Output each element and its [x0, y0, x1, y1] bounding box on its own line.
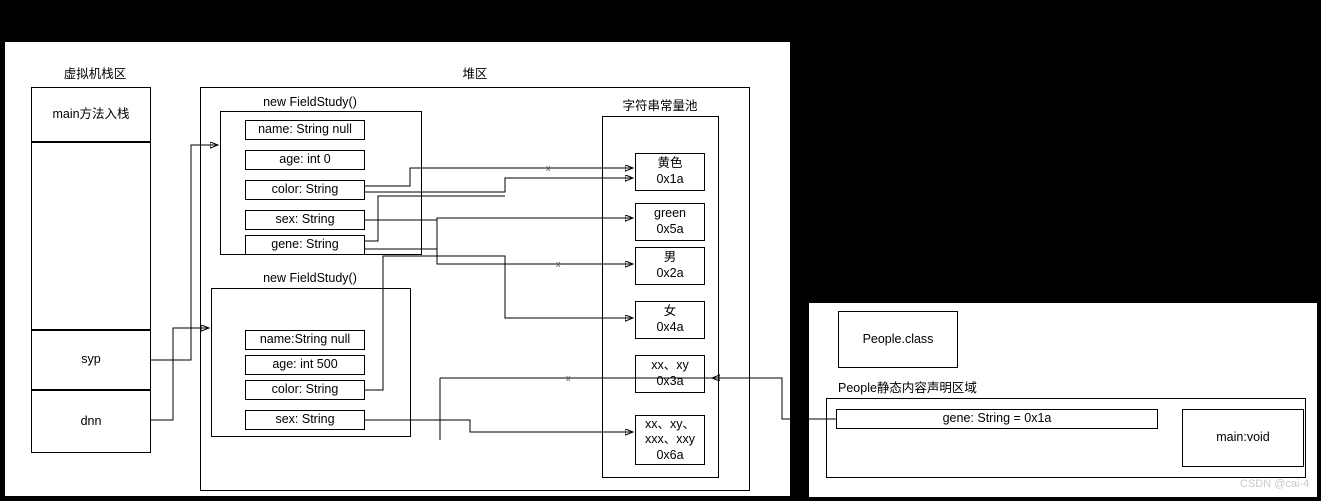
- pool-entry-0x3a: xx、xy 0x3a: [635, 355, 705, 393]
- object1-field-gene: gene: String: [245, 235, 365, 255]
- pool-entry-value: 男: [663, 250, 677, 265]
- stack-area-title: 虚拟机栈区: [63, 67, 127, 81]
- pool-entry-address: 0x1a: [656, 172, 684, 186]
- diagram-canvas: 虚拟机栈区 main方法入栈 syp dnn 堆区 new FieldStudy…: [0, 0, 1321, 501]
- pool-entry-0x1a: 黄色 0x1a: [635, 153, 705, 191]
- object2-field-age: age: int 500: [245, 355, 365, 375]
- stack-cell-syp: syp: [31, 330, 151, 390]
- object2-field-name: name:String null: [245, 330, 365, 350]
- pool-entry-address: 0x3a: [656, 374, 684, 388]
- static-area-title: People静态内容声明区域: [838, 381, 977, 395]
- stack-cell-empty: [31, 142, 151, 330]
- pool-entry-0x5a: green 0x5a: [635, 203, 705, 241]
- static-field-gene: gene: String = 0x1a: [836, 409, 1158, 429]
- pool-entry-address: 0x4a: [656, 320, 684, 334]
- pool-entry-value: xx、xy、: [644, 416, 695, 431]
- stack-cell-main: main方法入栈: [31, 87, 151, 142]
- people-class-box: People.class: [838, 311, 958, 368]
- pool-entry-0x4a: 女 0x4a: [635, 301, 705, 339]
- watermark: CSDN @cai-4: [1240, 478, 1310, 490]
- wire-x-marker-3: x: [566, 373, 571, 383]
- stack-cell-dnn: dnn: [31, 390, 151, 453]
- object1-field-name: name: String null: [245, 120, 365, 140]
- pool-entry-value: 黄色: [657, 156, 683, 171]
- wire-x-marker-2: x: [556, 259, 561, 269]
- heap-area-title: 堆区: [462, 67, 488, 81]
- object2-field-color: color: String: [245, 380, 365, 400]
- pool-entry-address: 0x2a: [656, 266, 684, 280]
- object1-title: new FieldStudy(): [263, 95, 357, 109]
- object2-field-sex: sex: String: [245, 410, 365, 430]
- pool-entry-value: 女: [663, 304, 677, 319]
- pool-entry-value-line2: xxx、xxy: [644, 432, 695, 447]
- pool-entry-0x2a: 男 0x2a: [635, 247, 705, 285]
- object1-field-age: age: int 0: [245, 150, 365, 170]
- object2-title: new FieldStudy(): [263, 271, 357, 285]
- object1-field-sex: sex: String: [245, 210, 365, 230]
- pool-entry-address: 0x6a: [656, 447, 684, 462]
- object1-field-color: color: String: [245, 180, 365, 200]
- wire-x-marker-1: x: [546, 163, 551, 173]
- pool-entry-value: green: [654, 206, 686, 221]
- pool-entry-address: 0x5a: [656, 222, 684, 236]
- pool-entry-0x6a: xx、xy、 xxx、xxy 0x6a: [635, 415, 705, 465]
- main-method-box: main:void: [1182, 409, 1304, 467]
- pool-entry-value: xx、xy: [651, 358, 689, 373]
- string-pool-title: 字符串常量池: [622, 99, 698, 113]
